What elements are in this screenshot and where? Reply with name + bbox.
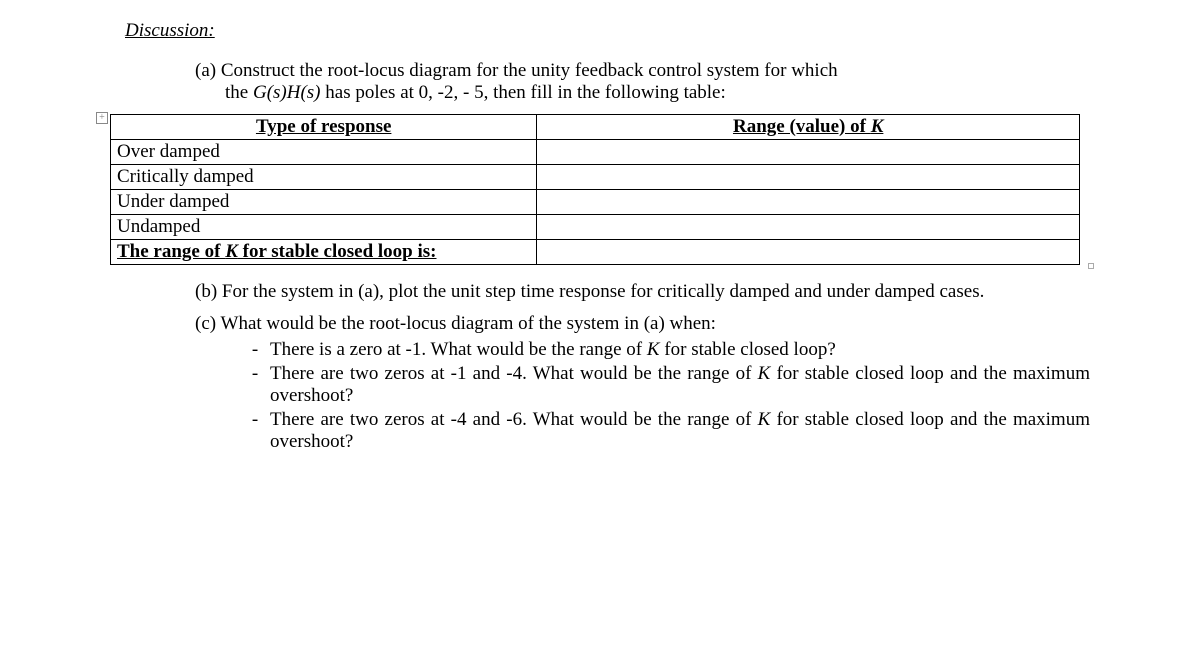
row-value — [537, 165, 1080, 190]
table-wrapper: + Type of response Range (value) of K Ov… — [110, 114, 1090, 265]
stable-row-value — [537, 240, 1080, 265]
dash-icon: - — [240, 409, 270, 453]
stable-post: for stable closed loop is: — [238, 241, 437, 262]
part-c-label: (c) — [195, 313, 216, 334]
table-row: Critically damped — [111, 165, 1080, 190]
response-table: Type of response Range (value) of K Over… — [110, 114, 1080, 265]
part-c-text: What would be the root-locus diagram of … — [221, 313, 716, 334]
part-b-text: For the system in (a), plot the unit ste… — [222, 281, 984, 302]
header-right-K: K — [871, 116, 884, 137]
bullet-item: - There are two zeros at -1 and -4. What… — [240, 363, 1090, 407]
row-label: Critically damped — [111, 165, 537, 190]
row-label: Undamped — [111, 215, 537, 240]
table-row: Undamped — [111, 215, 1080, 240]
table-header-left: Type of response — [111, 115, 537, 140]
row-value — [537, 140, 1080, 165]
part-c: (c) What would be the root-locus diagram… — [195, 313, 1090, 453]
header-right-pre: Range (value) of — [733, 116, 871, 137]
part-a-label: (a) — [195, 60, 216, 81]
bullet-pre: There are two zeros at -1 and -4. What w… — [270, 363, 758, 384]
bullet-post: for stable closed loop? — [660, 339, 836, 360]
part-b-label: (b) — [195, 281, 217, 302]
stable-row-label: The range of K for stable closed loop is… — [111, 240, 537, 265]
part-a-line2-prefix: the — [225, 82, 253, 103]
resize-handle-icon[interactable] — [1088, 263, 1094, 269]
bullet-K: K — [758, 409, 771, 430]
row-value — [537, 215, 1080, 240]
bullet-pre: There is a zero at -1. What would be the… — [270, 339, 647, 360]
stable-K: K — [225, 241, 238, 262]
row-value — [537, 190, 1080, 215]
dash-icon: - — [240, 363, 270, 407]
part-b: (b) For the system in (a), plot the unit… — [195, 281, 1090, 303]
bullet-K: K — [758, 363, 771, 384]
section-title: Discussion: — [125, 20, 1090, 42]
bullet-pre: There are two zeros at -4 and -6. What w… — [270, 409, 758, 430]
table-anchor-icon[interactable]: + — [96, 112, 108, 124]
part-a-line1: Construct the root-locus diagram for the… — [221, 60, 838, 81]
row-label: Over damped — [111, 140, 537, 165]
table-header-row: Type of response Range (value) of K — [111, 115, 1080, 140]
stable-pre: The range of — [117, 241, 225, 262]
dash-icon: - — [240, 339, 270, 361]
row-label: Under damped — [111, 190, 537, 215]
table-header-right: Range (value) of K — [537, 115, 1080, 140]
table-row: Over damped — [111, 140, 1080, 165]
part-a-expr: G(s)H(s) — [253, 82, 321, 103]
bullet-item: - There are two zeros at -4 and -6. What… — [240, 409, 1090, 453]
part-a-line2-suffix: has poles at 0, -2, - 5, then fill in th… — [321, 82, 726, 103]
table-row: Under damped — [111, 190, 1080, 215]
part-c-bullets: - There is a zero at -1. What would be t… — [240, 339, 1090, 453]
part-a: (a) Construct the root-locus diagram for… — [195, 60, 1090, 104]
table-stable-row: The range of K for stable closed loop is… — [111, 240, 1080, 265]
bullet-item: - There is a zero at -1. What would be t… — [240, 339, 1090, 361]
bullet-K: K — [647, 339, 660, 360]
